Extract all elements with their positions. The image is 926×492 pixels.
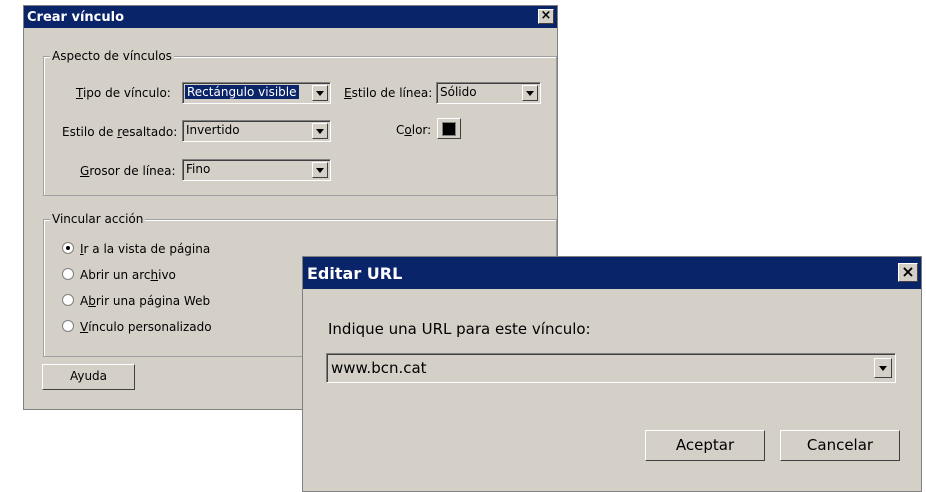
cancelar-button-label: Cancelar: [806, 436, 874, 454]
tipo-vinculo-label: Tipo de vínculo:: [76, 86, 171, 100]
chevron-down-icon[interactable]: [312, 85, 328, 101]
color-picker-button[interactable]: [437, 118, 461, 139]
radio-personalizado-label[interactable]: Vínculo personalizado: [80, 320, 212, 334]
grosor-label: Grosor de línea:: [80, 164, 176, 178]
radio-abrir-archivo-label[interactable]: Abrir un archivo: [80, 268, 176, 282]
resaltado-label: Estilo de resaltado:: [62, 125, 178, 139]
close-icon: ×: [540, 8, 552, 23]
url-prompt: Indique una URL para este vínculo:: [328, 320, 591, 338]
estilo-linea-label: Estilo de línea:: [344, 86, 433, 100]
ayuda-button-label: Ayuda: [69, 369, 108, 383]
aspecto-group-title: Aspecto de vínculos: [50, 49, 174, 63]
color-label: Color:: [396, 123, 432, 137]
aceptar-button[interactable]: Aceptar: [645, 430, 765, 461]
close-button[interactable]: ×: [898, 263, 918, 282]
chevron-down-icon[interactable]: [874, 358, 892, 378]
estilo-linea-select[interactable]: Sólido: [436, 82, 541, 104]
resaltado-select[interactable]: Invertido: [182, 120, 331, 142]
radio-personalizado[interactable]: [62, 320, 74, 332]
editar-url-dialog: Editar URL × Indique una URL para este v…: [302, 256, 922, 492]
close-button[interactable]: ×: [538, 9, 554, 24]
resaltado-value: Invertido: [186, 123, 240, 137]
grosor-select[interactable]: Fino: [182, 159, 331, 181]
editar-url-titlebar: Editar URL ×: [303, 257, 921, 289]
close-icon: ×: [901, 262, 915, 281]
accion-group-title: Vincular acción: [50, 212, 146, 226]
grosor-value: Fino: [186, 162, 211, 176]
url-combo[interactable]: www.bcn.cat: [326, 353, 896, 383]
crear-vinculo-titlebar: Crear vínculo ×: [24, 6, 557, 28]
radio-abrir-archivo[interactable]: [62, 268, 74, 280]
chevron-down-icon[interactable]: [522, 85, 538, 101]
dialog-title: Crear vínculo: [27, 10, 125, 25]
aceptar-button-label: Aceptar: [675, 436, 735, 454]
tipo-vinculo-value: Rectángulo visible: [185, 85, 299, 99]
tipo-vinculo-select[interactable]: Rectángulo visible: [182, 82, 331, 104]
color-swatch: [442, 122, 456, 136]
chevron-down-icon[interactable]: [312, 162, 328, 178]
radio-ir-vista-label[interactable]: Ir a la vista de página: [80, 242, 210, 256]
url-input[interactable]: www.bcn.cat: [331, 359, 427, 377]
ayuda-button[interactable]: Ayuda: [42, 364, 135, 390]
estilo-linea-value: Sólido: [440, 85, 477, 99]
chevron-down-icon[interactable]: [312, 123, 328, 139]
radio-abrir-web-label[interactable]: Abrir una página Web: [80, 294, 210, 308]
radio-abrir-web[interactable]: [62, 294, 74, 306]
radio-ir-vista[interactable]: [62, 242, 74, 254]
dialog-title: Editar URL: [307, 264, 403, 283]
cancelar-button[interactable]: Cancelar: [780, 430, 900, 461]
